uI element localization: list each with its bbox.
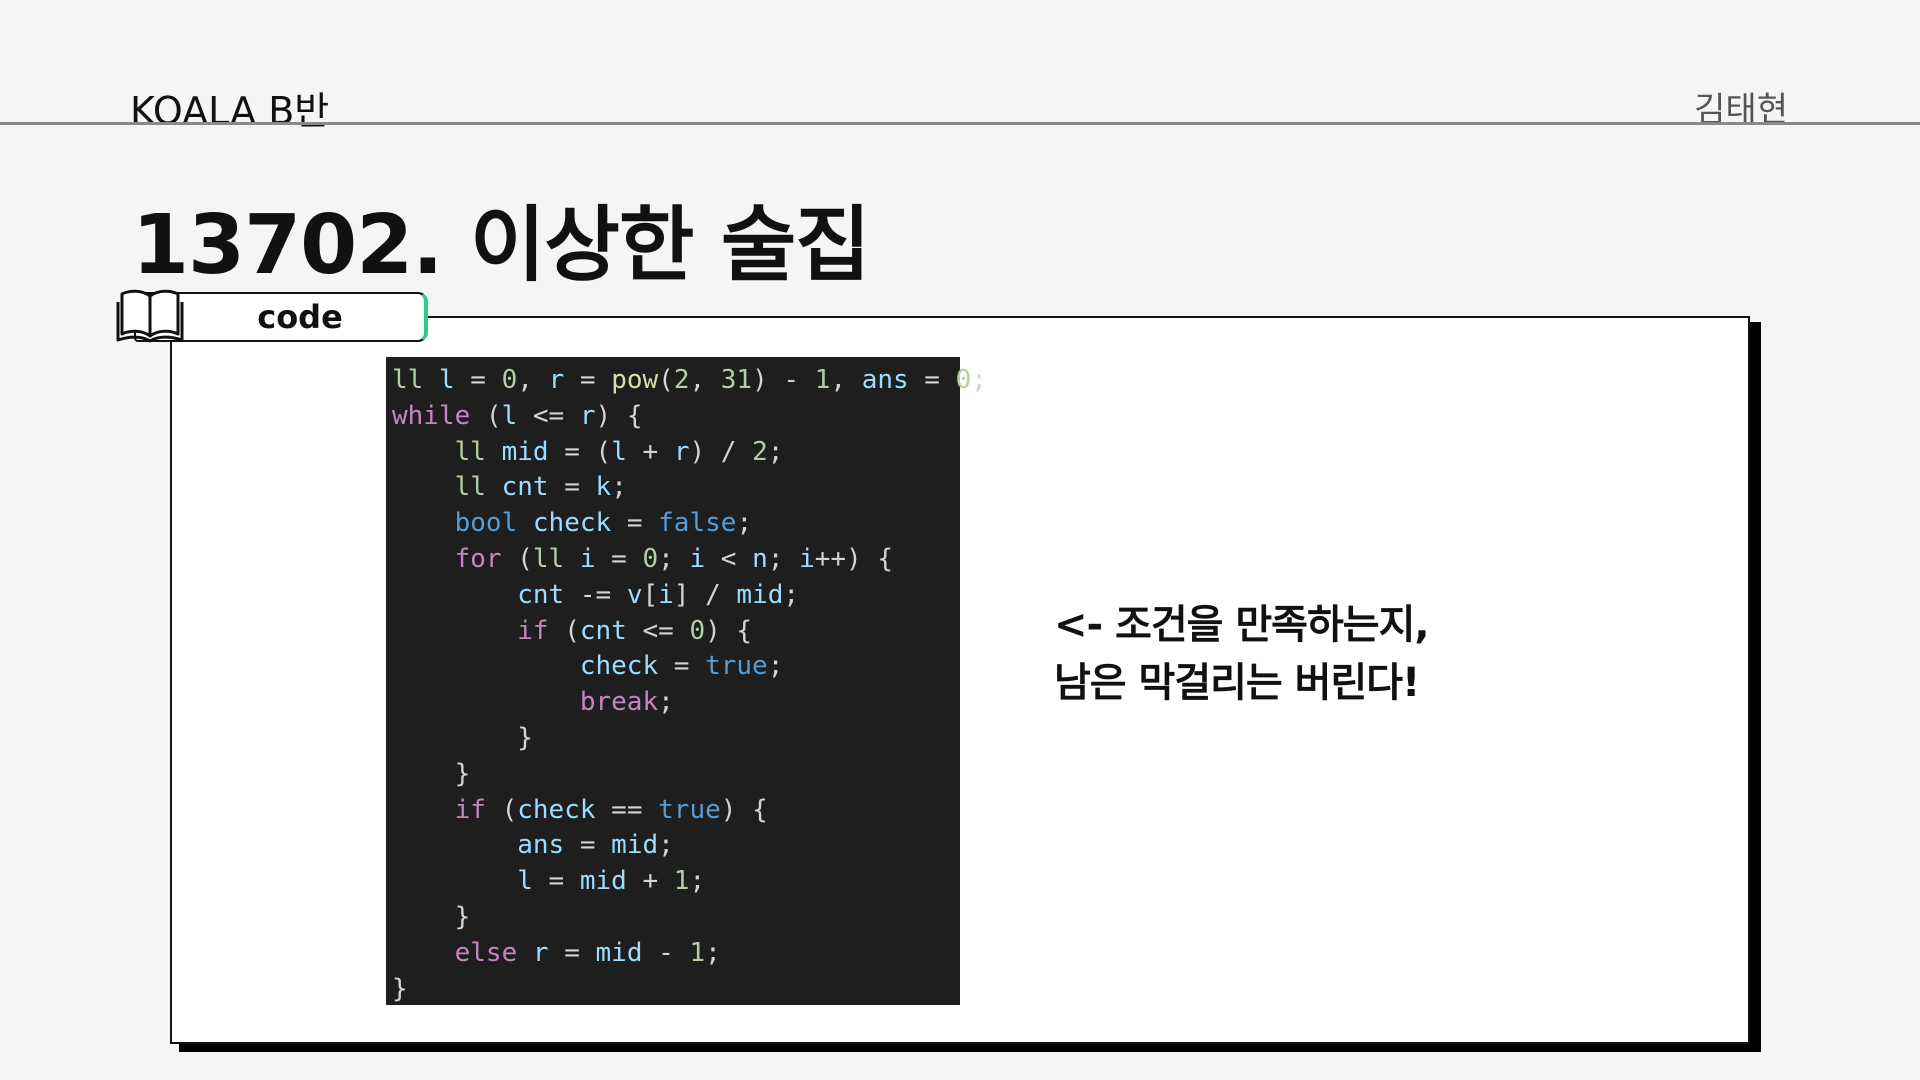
code-line: while (l <= r) { — [392, 400, 643, 431]
code-line: if (cnt <= 0) { — [517, 615, 753, 646]
code-line: ll mid = (l + r) / 2; — [454, 436, 784, 467]
code-line: if (check == true) { — [454, 794, 768, 825]
code-line: } — [392, 722, 533, 753]
code-line: bool check = false; — [454, 508, 753, 539]
code-line: break; — [579, 687, 674, 718]
course-label: KOALA B반 — [130, 89, 330, 133]
code-line: for (ll i = 0; i < n; i++) { — [454, 543, 893, 574]
page-title: 13702. 이상한 술집 — [132, 198, 871, 293]
code-line: } — [392, 901, 471, 932]
code-line: } — [392, 973, 408, 1004]
code-line: check = true; — [579, 651, 784, 682]
explanation-text: <- 조건을 만족하는지, 남은 막걸리는 버린다! — [1054, 596, 1430, 712]
explanation-line-2: 남은 막걸리는 버린다! — [1054, 660, 1420, 706]
code-line: ll cnt = k; — [454, 472, 627, 503]
explanation-line-1: <- 조건을 만족하는지, — [1054, 602, 1430, 648]
code-line: } — [392, 758, 471, 789]
code-line: else r = mid - 1; — [454, 937, 721, 968]
code-line: ll l = 0, r = pow(2, 31) - 1, ans = 0; — [392, 365, 987, 395]
book-icon — [116, 289, 184, 343]
code-block: ll l = 0, r = pow(2, 31) - 1, ans = 0; w… — [386, 357, 987, 1005]
section-tab-label: code — [257, 298, 343, 336]
code-line: cnt -= v[i] / mid; — [517, 579, 800, 610]
header-divider — [0, 122, 1920, 125]
code-line: ans = mid; — [517, 830, 674, 861]
code-line: l = mid + 1; — [517, 866, 706, 897]
